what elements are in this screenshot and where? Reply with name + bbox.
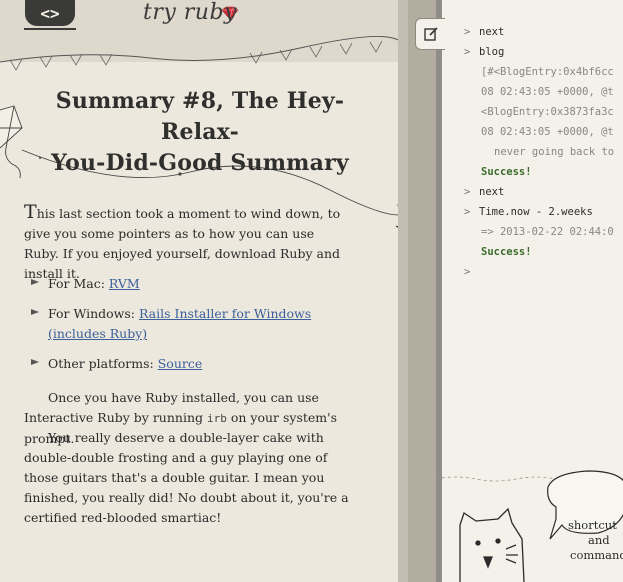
- console-output-text: never going back to: [494, 146, 615, 158]
- console-line: [#<BlogEntry:0x4bf6cc: [464, 62, 623, 82]
- console-line: > next: [464, 22, 623, 42]
- console-line: > Time.now - 2.weeks: [464, 202, 623, 222]
- console-line: > blog: [464, 42, 623, 62]
- code-brackets-icon: <>: [40, 3, 60, 23]
- drop-cap: T: [24, 201, 37, 223]
- bubble-text-1: shortcut: [568, 518, 617, 532]
- page-title: Summary #8, The Hey-Relax- You-Did-Good …: [30, 86, 370, 179]
- divider-highlight: [398, 0, 408, 582]
- console-line: Success!: [464, 242, 623, 262]
- console-command: Time.now - 2.weeks: [479, 206, 593, 218]
- console-line: > next: [464, 182, 623, 202]
- title-line-1: Summary #8, The Hey-Relax-: [55, 88, 345, 145]
- bullet-icon: [31, 359, 39, 365]
- logo-underline: [24, 28, 76, 30]
- bubble-text-2: and: [588, 533, 610, 547]
- prompt-symbol: >: [464, 186, 471, 198]
- title-line-2: You-Did-Good Summary: [51, 150, 349, 176]
- console-line: => 2013-02-22 02:44:0: [464, 222, 623, 242]
- console-input-line[interactable]: >: [464, 262, 623, 282]
- console-line: 08 02:43:05 +0000, @t: [464, 82, 623, 102]
- console-footer-drawing: shortcut and command: [436, 470, 623, 582]
- rvm-link[interactable]: RVM: [109, 276, 140, 291]
- console-output-text: => 2013-02-22 02:44:0: [481, 226, 614, 238]
- success-message: Success!: [481, 166, 532, 178]
- kite-icon: [0, 105, 23, 179]
- lesson-pane: <> try ruby Summary #8, The Hey-Relax- Y…: [0, 0, 398, 582]
- console-output: > next > blog [#<BlogEntry:0x4bf6cc 08 02:…: [464, 22, 623, 282]
- edit-icon: [423, 27, 438, 41]
- list-item-label: Other platforms:: [48, 356, 158, 371]
- console-output-text: [#<BlogEntry:0x4bf6cc: [481, 66, 614, 78]
- list-item: Other platforms: Source: [30, 354, 360, 374]
- list-item-label: For Mac:: [48, 276, 109, 291]
- console-line: never going back to: [464, 142, 623, 162]
- console-line: 08 02:43:05 +0000, @t: [464, 122, 623, 142]
- list-item: For Mac: RVM: [30, 274, 360, 294]
- brand-title: try ruby: [143, 0, 237, 25]
- prompt-symbol: >: [464, 206, 471, 218]
- console-command: blog: [479, 46, 505, 58]
- console-output-text: 08 02:43:05 +0000, @t: [481, 86, 614, 98]
- source-link[interactable]: Source: [158, 356, 203, 371]
- console-output-text: 08 02:43:05 +0000, @t: [481, 126, 614, 138]
- console-command: next: [479, 26, 505, 38]
- download-list: For Mac: RVM For Windows: Rails Installe…: [30, 274, 360, 384]
- cat-icon: [459, 507, 525, 582]
- bubble-text-3: command: [570, 548, 623, 562]
- prompt-symbol: >: [464, 46, 471, 58]
- list-item: For Windows: Rails Installer for Windows…: [30, 304, 360, 344]
- console-line: <BlogEntry:0x3873fa3c: [464, 102, 623, 122]
- bullet-icon: [31, 309, 39, 315]
- irb-code: irb: [206, 412, 227, 425]
- prompt-symbol: >: [464, 26, 471, 38]
- console-command: next: [479, 186, 505, 198]
- congrats-paragraph: You really deserve a double-layer cake w…: [24, 430, 349, 525]
- logo-button[interactable]: <>: [25, 0, 75, 26]
- prompt-symbol: >: [464, 266, 471, 278]
- console-output-text: <BlogEntry:0x3873fa3c: [481, 106, 614, 118]
- bullet-icon: [31, 279, 39, 285]
- intro-paragraph: This last section took a moment to wind …: [24, 202, 344, 284]
- list-item-label: For Windows:: [48, 306, 139, 321]
- intro-text: his last section took a moment to wind d…: [24, 206, 341, 281]
- editor-toggle-button[interactable]: [415, 18, 445, 50]
- console-line: Success!: [464, 162, 623, 182]
- success-message: Success!: [481, 246, 532, 258]
